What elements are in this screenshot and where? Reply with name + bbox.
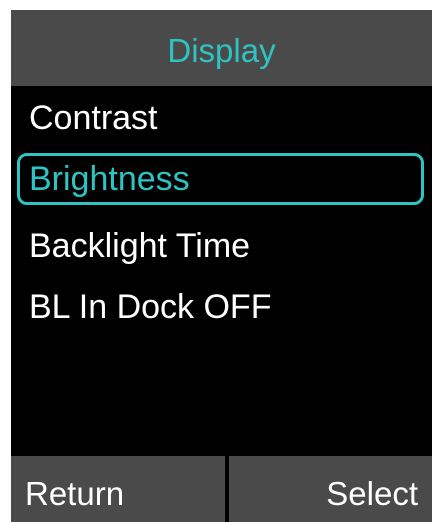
page-title: Display (167, 31, 276, 69)
phone-display-screen: Display Contrast Brightness Backlight Ti… (11, 10, 432, 522)
menu-item-contrast[interactable]: Contrast (17, 92, 424, 144)
softkey-bar: Return Select (11, 456, 432, 522)
menu-item-brightness[interactable]: Brightness (17, 153, 424, 205)
menu-item-backlight-time[interactable]: Backlight Time (17, 220, 424, 272)
menu-item-bl-in-dock[interactable]: BL In Dock OFF (17, 281, 424, 333)
menu-list: Contrast Brightness Backlight Time BL In… (11, 86, 432, 456)
return-softkey[interactable]: Return (11, 456, 225, 522)
title-bar: Display (11, 10, 432, 86)
select-softkey[interactable]: Select (229, 456, 432, 522)
